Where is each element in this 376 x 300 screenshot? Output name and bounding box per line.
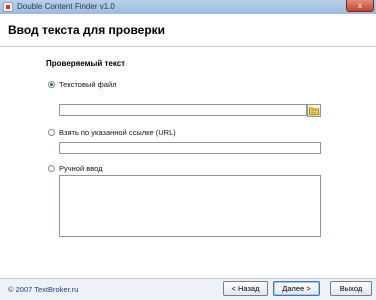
file-path-input[interactable] (59, 104, 307, 116)
back-button[interactable]: < Назад (223, 281, 268, 296)
wizard-footer: © 2007 TextBroker.ru < Назад Далее > Вых… (0, 278, 376, 300)
radio-file[interactable] (48, 80, 55, 88)
browse-button[interactable] (307, 104, 321, 117)
next-button[interactable]: Далее > (273, 281, 320, 296)
wizard-header: Ввод текста для проверки (0, 14, 376, 47)
radio-option-url[interactable]: Взять по указанной ссылке (URL) (48, 127, 176, 137)
close-button[interactable]: x (346, 0, 374, 12)
radio-option-file[interactable]: Текстовый файл (48, 79, 117, 89)
group-label: Проверяемый текст (46, 59, 126, 68)
radio-option-manual[interactable]: Ручной ввод (48, 163, 103, 173)
app-icon (3, 2, 13, 12)
radio-url[interactable] (48, 128, 55, 136)
radio-manual-label: Ручной ввод (59, 163, 103, 173)
page-title: Ввод текста для проверки (8, 23, 166, 37)
url-input[interactable] (59, 142, 321, 154)
radio-url-label: Взять по указанной ссылке (URL) (59, 127, 176, 137)
copyright-link[interactable]: © 2007 TextBroker.ru (8, 285, 78, 294)
radio-file-label: Текстовый файл (59, 79, 117, 89)
exit-button[interactable]: Выход (330, 281, 372, 296)
title-bar: Double Content Finder v1.0 x (0, 0, 376, 14)
radio-manual[interactable] (48, 164, 55, 172)
wizard-content: Проверяемый текст Текстовый файл Взять п… (0, 47, 376, 278)
folder-icon (309, 107, 319, 115)
manual-text-area[interactable] (59, 175, 321, 237)
wizard-frame: Ввод текста для проверки Проверяемый тек… (0, 14, 376, 300)
window-title: Double Content Finder v1.0 (17, 2, 115, 11)
